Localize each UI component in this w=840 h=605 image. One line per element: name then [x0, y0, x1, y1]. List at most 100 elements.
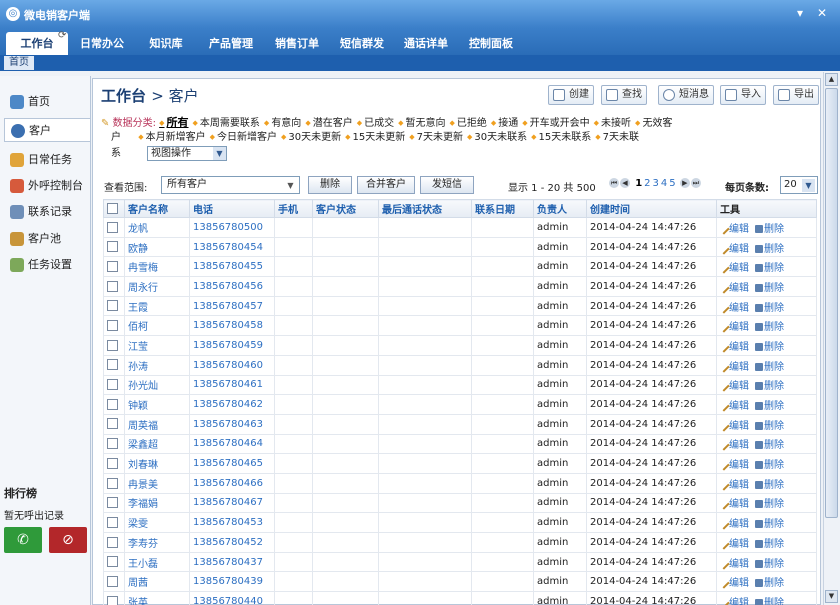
call-button[interactable]: ✆ [4, 527, 42, 553]
sidebar-item-outbound-console[interactable]: 外呼控制台 [4, 174, 90, 198]
sidebar-item-customer-pool[interactable]: 客户池 [4, 227, 90, 251]
import-button[interactable]: 导入 [720, 85, 766, 105]
message-button[interactable]: 短消息 [658, 85, 714, 105]
edit-link[interactable]: 编辑 [718, 479, 749, 491]
row-checkbox[interactable] [103, 551, 125, 573]
page-link[interactable]: 2 [644, 178, 650, 189]
edit-link[interactable]: 编辑 [718, 242, 749, 255]
edit-link[interactable]: 编辑 [718, 341, 749, 353]
row-checkbox[interactable] [103, 236, 125, 258]
edit-link[interactable]: 编辑 [718, 400, 749, 412]
customer-name-link[interactable]: 李福娟 [124, 492, 190, 514]
row-checkbox[interactable] [103, 217, 125, 238]
delete-link[interactable]: 删除 [755, 559, 784, 570]
phone-link[interactable]: 13856780460 [189, 354, 275, 376]
close-icon[interactable]: ✕ [814, 5, 830, 21]
phone-link[interactable]: 13856780437 [189, 551, 275, 573]
edit-link[interactable]: 编辑 [718, 360, 749, 373]
row-checkbox[interactable] [103, 571, 125, 593]
hangup-button[interactable]: ⊘ [49, 527, 87, 553]
row-checkbox[interactable] [103, 394, 125, 415]
delete-link[interactable]: 删除 [755, 381, 784, 392]
row-checkbox[interactable] [103, 276, 125, 297]
last-page-icon[interactable]: ⏭ [690, 178, 701, 188]
col-contact-date[interactable]: 联系日期 [471, 199, 534, 218]
page-link[interactable]: 1 [635, 178, 642, 189]
filter-item[interactable]: 开车或开会中 [522, 116, 590, 131]
customer-name-link[interactable]: 冉雪梅 [124, 256, 190, 278]
phone-link[interactable]: 13856780462 [189, 394, 275, 415]
filter-item[interactable]: 30天未更新 [281, 130, 341, 145]
filter-item[interactable]: 暂无意向 [398, 116, 445, 131]
row-checkbox[interactable] [103, 591, 125, 605]
delete-link[interactable]: 删除 [755, 460, 784, 471]
scroll-up-icon[interactable]: ▲ [825, 73, 838, 86]
customer-name-link[interactable]: 周永行 [124, 276, 190, 297]
delete-button[interactable]: 删除 [308, 176, 352, 194]
sidebar-item-contact-records[interactable]: 联系记录 [4, 200, 90, 224]
row-checkbox[interactable] [103, 492, 125, 514]
edit-link[interactable]: 编辑 [718, 321, 749, 333]
phone-link[interactable]: 13856780459 [189, 335, 275, 356]
customer-name-link[interactable]: 冉景美 [124, 472, 190, 494]
col-phone[interactable]: 电话 [189, 199, 275, 218]
edit-link[interactable]: 编辑 [718, 380, 749, 392]
phone-link[interactable]: 13856780467 [189, 492, 275, 514]
row-checkbox[interactable] [103, 335, 125, 356]
select-all-checkbox[interactable] [103, 199, 125, 218]
filter-item[interactable]: 已成交 [357, 116, 394, 131]
phone-link[interactable]: 13856780465 [189, 453, 275, 474]
delete-link[interactable]: 删除 [755, 263, 784, 274]
customer-name-link[interactable]: 梁雯 [124, 512, 190, 533]
create-button[interactable]: 创建 [548, 85, 594, 105]
delete-link[interactable]: 删除 [755, 244, 784, 255]
customer-name-link[interactable]: 刘春琳 [124, 453, 190, 474]
customer-name-link[interactable]: 周茜 [124, 571, 190, 593]
find-button[interactable]: 查找 [601, 85, 647, 105]
phone-link[interactable]: 13856780464 [189, 433, 275, 455]
edit-link[interactable]: 编辑 [718, 262, 749, 274]
phone-link[interactable]: 13856780500 [189, 217, 275, 238]
customer-name-link[interactable]: 梁鑫超 [124, 433, 190, 455]
scroll-down-icon[interactable]: ▼ [825, 590, 838, 603]
row-checkbox[interactable] [103, 413, 125, 435]
vertical-scrollbar[interactable]: ▲ ▼ [823, 72, 838, 605]
edit-link[interactable]: 编辑 [718, 538, 749, 550]
phone-link[interactable]: 13856780452 [189, 532, 275, 553]
sidebar-item-task-settings[interactable]: 任务设置 [4, 253, 90, 277]
edit-link[interactable]: 编辑 [718, 301, 749, 314]
edit-link[interactable]: 编辑 [718, 518, 749, 530]
first-page-icon[interactable]: ⏮ [609, 178, 619, 188]
edit-link[interactable]: 编辑 [718, 223, 749, 235]
delete-link[interactable]: 删除 [755, 362, 784, 373]
customer-name-link[interactable]: 孙涛 [124, 354, 190, 376]
filter-item[interactable]: 未接听 [594, 116, 631, 131]
filter-item[interactable]: 潜在客户 [305, 116, 353, 131]
filter-item[interactable]: 已拒绝 [449, 116, 487, 131]
edit-link[interactable]: 编辑 [718, 557, 749, 570]
next-page-icon[interactable]: ▶ [679, 178, 690, 188]
edit-link[interactable]: 编辑 [718, 577, 749, 589]
prev-page-icon[interactable]: ◀ [620, 178, 630, 188]
filter-item[interactable]: 所有 [159, 115, 189, 131]
tab-sms[interactable]: 短信群发 [333, 32, 391, 55]
edit-link[interactable]: 编辑 [718, 459, 749, 471]
row-checkbox[interactable] [103, 256, 125, 278]
col-customer-status[interactable]: 客户状态 [312, 199, 379, 218]
view-operation-select[interactable]: 视图操作 ▼ [147, 146, 227, 161]
page-link[interactable]: 3 [653, 178, 659, 189]
phone-link[interactable]: 13856780455 [189, 256, 275, 278]
filter-item[interactable]: 本月新增客户 [138, 130, 206, 145]
phone-link[interactable]: 13856780439 [189, 571, 275, 593]
delete-link[interactable]: 删除 [755, 598, 784, 605]
filter-item[interactable]: 30天未联系 [467, 130, 527, 145]
customer-name-link[interactable]: 李寿芬 [124, 532, 190, 553]
delete-link[interactable]: 删除 [755, 539, 784, 550]
row-checkbox[interactable] [103, 453, 125, 474]
customer-name-link[interactable]: 孙光灿 [124, 374, 190, 396]
row-checkbox[interactable] [103, 532, 125, 553]
sidebar-item-customers[interactable]: 客户 [4, 118, 90, 142]
delete-link[interactable]: 删除 [755, 480, 784, 491]
tab-product-management[interactable]: 产品管理 [202, 32, 260, 55]
refresh-icon[interactable]: ⟳ [58, 30, 66, 41]
